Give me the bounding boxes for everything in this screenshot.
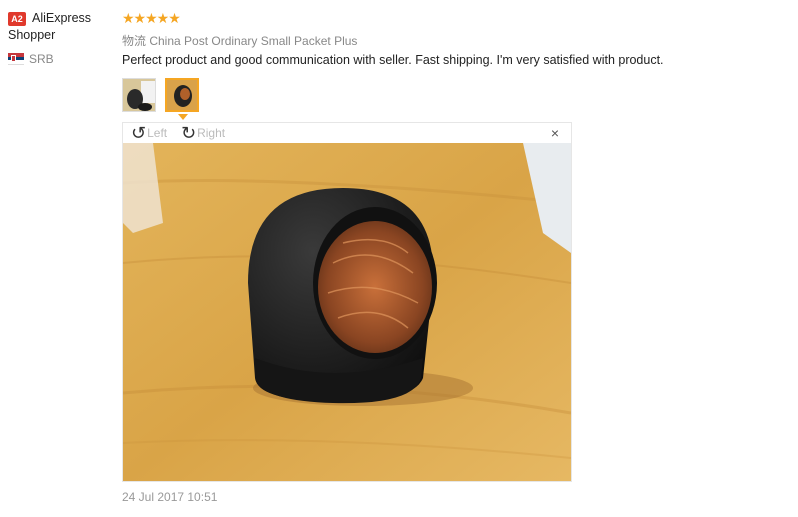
reviewer-country: SRB: [8, 52, 54, 66]
review-thumbnail-1[interactable]: [122, 78, 156, 112]
review-comment: Perfect product and good communication w…: [122, 53, 664, 67]
review-photo: [123, 143, 571, 481]
active-thumbnail-pointer: [178, 114, 188, 120]
shipping-method: 物流 China Post Ordinary Small Packet Plus: [122, 34, 358, 48]
image-viewer: ↺ Left ↻ Right ×: [122, 122, 572, 482]
viewer-toolbar: ↺ Left ↻ Right ×: [123, 123, 571, 143]
thumbnail-image: [123, 79, 155, 111]
rotate-left-icon: ↺: [131, 123, 147, 143]
review-date: 24 Jul 2017 10:51: [122, 490, 218, 504]
review-thumbnail-2[interactable]: [165, 78, 199, 112]
rotate-left-button[interactable]: ↺ Left: [131, 123, 168, 143]
rotate-right-button[interactable]: ↻ Right: [181, 123, 226, 143]
rotate-left-label: Left: [147, 126, 168, 140]
rotate-right-icon: ↻: [181, 123, 197, 143]
level-badge: A2: [8, 12, 26, 26]
country-code: SRB: [29, 52, 54, 66]
rating-stars: ★★★★★: [122, 10, 181, 26]
rotate-right-label: Right: [197, 126, 226, 140]
serbia-flag-icon: [8, 53, 24, 65]
reviewer-name-line2: Shopper: [8, 28, 56, 42]
thumbnail-image: [167, 80, 197, 110]
reviewer-name: AliExpress: [32, 11, 92, 25]
close-icon[interactable]: ×: [551, 125, 559, 141]
